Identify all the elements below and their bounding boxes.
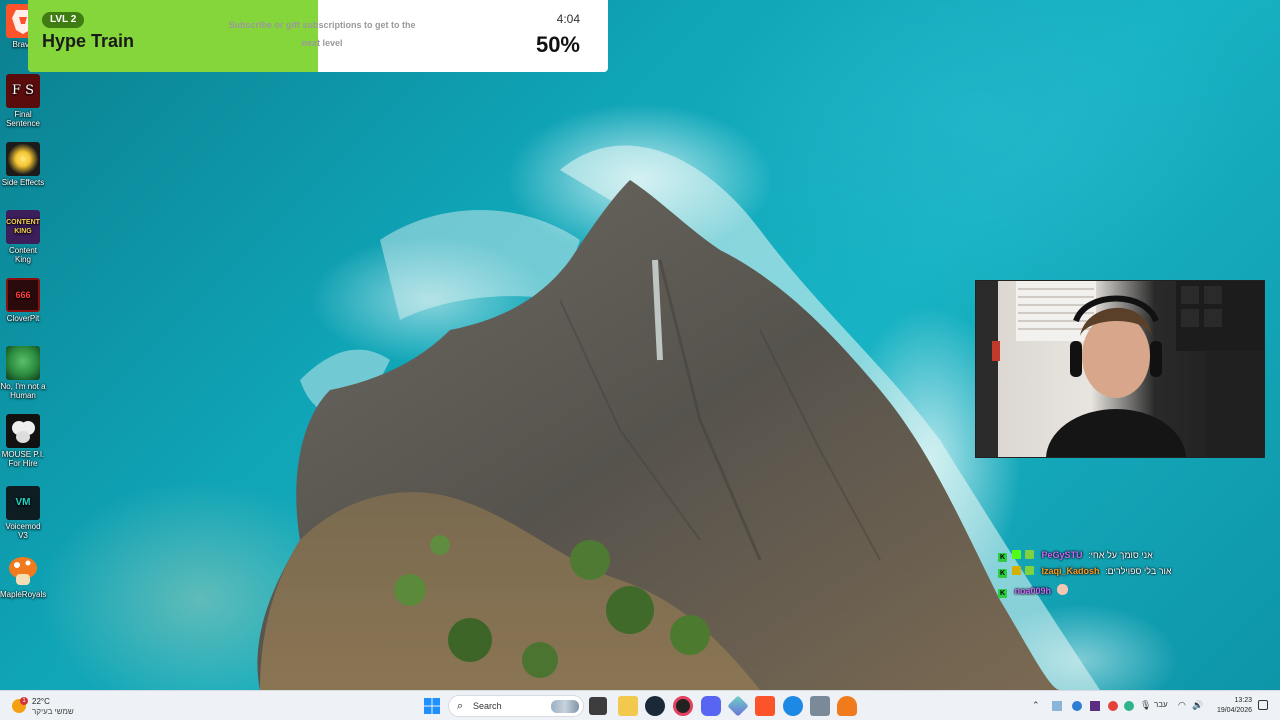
green-face-icon (6, 346, 40, 380)
chat-username[interactable]: noa009h (1015, 586, 1052, 596)
app-diamond-icon[interactable] (727, 695, 749, 717)
mushroom-icon (6, 554, 40, 588)
desktop-icon-label: MapleRoyals (0, 590, 47, 599)
tray-network-app-icon[interactable] (1072, 701, 1082, 711)
chat-message: K Izaqi_Kadosh :אור בלי ספוילרים (998, 564, 1172, 578)
subscriber-badge-icon (1011, 550, 1021, 559)
desktop-icon-mouse-pi[interactable]: MOUSE P.I. For Hire (0, 414, 46, 468)
chat-text: :אני סומך על אחי (1088, 550, 1153, 560)
mouse-detective-icon (6, 414, 40, 448)
hype-train-level-badge: LVL 2 (42, 12, 85, 28)
pill-icon (6, 142, 40, 176)
chat-message: K noa009h (998, 584, 1070, 598)
desktop-icon-label: Side Effects (1, 178, 45, 187)
tray-app-icon[interactable] (1052, 701, 1062, 711)
windows-logo-icon (424, 698, 440, 714)
notification-badge: 1 (20, 697, 28, 705)
desktop-icon-cloverpit[interactable]: 666 CloverPit (0, 278, 46, 323)
chevron-up-icon[interactable]: ⌃ (1032, 699, 1040, 711)
notifications-bell-icon[interactable] (1258, 700, 1268, 710)
verified-badge-icon (1025, 566, 1035, 575)
hype-train-timer: 4:04 (556, 12, 580, 26)
search-label: Search (473, 701, 502, 711)
desktop-icon-label: Content King (8, 246, 38, 264)
desktop-icon-label: No, I'm not a Human (0, 382, 46, 400)
desktop-icon-label: Voicemod V3 (5, 522, 41, 540)
start-button[interactable] (422, 696, 442, 716)
chat-message: K PeGySTU :אני סומך על אחי (998, 548, 1153, 562)
desktop-icon-voicemod[interactable]: VM Voicemod V3 (0, 486, 46, 540)
weather-temperature: 22°C (32, 697, 50, 706)
steam-icon[interactable] (645, 696, 665, 716)
feather-app-icon[interactable] (783, 696, 803, 716)
microphone-icon[interactable]: 🎙 (1140, 699, 1151, 711)
desktop-icon-label: CloverPit (6, 314, 40, 323)
onenote-icon[interactable] (1090, 701, 1100, 711)
clock-time: 13:23 (1234, 697, 1252, 704)
webcam-overlay (975, 280, 1265, 458)
clock-date: 19/04/2026 (1216, 707, 1252, 714)
verified-badge-icon (1025, 550, 1035, 559)
desktop-icon-label: MOUSE P.I. For Hire (1, 450, 45, 468)
volume-icon[interactable]: 🔊 (1192, 699, 1203, 711)
file-explorer-icon[interactable] (618, 696, 638, 716)
kick-badge-icon: K (998, 569, 1007, 578)
hype-train-widget: LVL 2 Hype Train Subscribe or gift subsc… (28, 0, 608, 72)
final-sentence-icon: F S (6, 74, 40, 108)
language-indicator[interactable]: עבר (1154, 699, 1168, 711)
obs-icon[interactable] (673, 696, 693, 716)
hype-train-percent: 50% (535, 32, 580, 57)
desktop-icon-content-king[interactable]: CONTENT KING Content King (0, 210, 46, 264)
kick-badge-icon: K (998, 589, 1007, 598)
weather-widget[interactable]: 1 22°C שמשי בעיקר (12, 695, 92, 717)
taskbar-search-box[interactable]: ⌕ Search (448, 695, 584, 717)
chat-text: :אור בלי ספוילרים (1105, 566, 1172, 576)
desktop-icon-mapleroyals[interactable]: MapleRoyals (0, 554, 46, 599)
desktop-icon-no-im-not-a-human[interactable]: No, I'm not a Human (0, 346, 46, 400)
desktop-icon-final-sentence[interactable]: F S Final Sentence (0, 74, 46, 128)
slot-machine-icon: 666 (6, 278, 40, 312)
discord-icon[interactable] (701, 696, 721, 716)
gift-badge-icon (1011, 566, 1021, 575)
tray-red-app-icon[interactable] (1108, 701, 1118, 711)
hype-train-description: Subscribe or gift subscriptions to get t… (228, 20, 416, 48)
wifi-icon[interactable]: ◠ (1178, 699, 1186, 711)
voicemod-icon: VM (6, 486, 40, 520)
streamer-webcam-image (976, 281, 1264, 457)
search-icon: ⌕ (457, 700, 464, 712)
chat-username[interactable]: Izaqi_Kadosh (1042, 566, 1100, 576)
mapleroyals-taskbar-icon[interactable] (837, 696, 857, 716)
settings-gear-icon[interactable] (810, 696, 830, 716)
task-view-icon[interactable] (589, 697, 607, 715)
crown-icon: CONTENT KING (6, 210, 40, 244)
search-highlight-image (551, 700, 579, 713)
hype-train-title: Hype Train (42, 31, 135, 51)
desktop-icon-side-effects[interactable]: Side Effects (0, 142, 46, 187)
emote-icon (1056, 584, 1068, 595)
tray-green-app-icon[interactable] (1124, 701, 1134, 711)
taskbar: 1 22°C שמשי בעיקר ⌕ Search ⌃ 🎙 עבר ◠ 🔊 1… (0, 690, 1280, 720)
desktop-icon-label: Final Sentence (6, 110, 40, 128)
chat-username[interactable]: PeGySTU (1042, 550, 1083, 560)
brave-taskbar-icon[interactable] (755, 696, 775, 716)
kick-badge-icon: K (998, 553, 1007, 562)
weather-condition: שמשי בעיקר (32, 707, 74, 716)
taskbar-clock[interactable]: 13:23 19/04/2026 (1208, 696, 1252, 716)
